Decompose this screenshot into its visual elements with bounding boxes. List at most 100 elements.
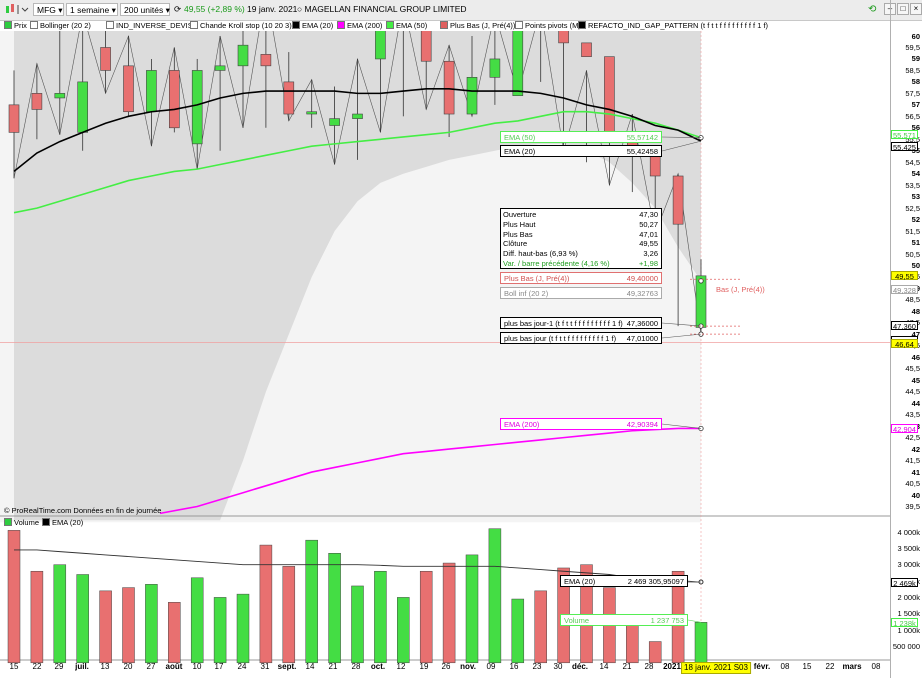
candle	[375, 31, 386, 60]
price-badge-bollinf: 49,328	[891, 285, 918, 295]
legend-item[interactable]: EMA (20)	[292, 20, 333, 31]
legend-label: IND_INVERSE_DEVISE	[116, 21, 198, 30]
bollinf-value: 49,32763	[626, 289, 658, 298]
volume-value: 1 237 753	[650, 616, 684, 625]
ohlc-label: Ouverture	[503, 210, 537, 219]
price-tick: 52,5	[905, 203, 920, 213]
candle	[306, 111, 318, 115]
candle	[695, 275, 707, 328]
candle	[558, 31, 569, 44]
legend-item[interactable]: Points pivots (M)	[515, 20, 581, 31]
legend-swatch	[106, 21, 114, 29]
price-badge-ema50: 55,571	[891, 130, 918, 140]
ema20-value: 55,42458	[626, 147, 658, 156]
ohlc-label: Plus Haut	[503, 219, 536, 229]
legend-item[interactable]: Prix	[4, 20, 27, 31]
ohlc-value: 47,30	[639, 210, 658, 219]
low1-label: plus bas jour-1 (t f t t f f f f f f f f…	[500, 317, 662, 329]
volume-bar	[168, 602, 181, 664]
refresh-icon[interactable]: ⟲	[868, 3, 876, 16]
price-tick: 54,5	[905, 157, 920, 167]
price-tick: 50,5	[905, 249, 920, 259]
price-tick: 48,5	[905, 295, 920, 305]
volume-bar	[145, 584, 158, 664]
volume-badge-last: 1 238k	[891, 617, 918, 628]
price-tick: 46	[911, 352, 920, 362]
volume-tick: 2 000k	[897, 592, 920, 602]
volume-bar	[351, 585, 364, 664]
volume-bar	[397, 597, 410, 664]
ohlc-row: Var. / barre précédente (4,16 %) +1,98	[503, 259, 658, 269]
candle	[443, 60, 455, 115]
sync-icon[interactable]: ⟳	[174, 3, 181, 16]
price-badge-last: 49,55	[891, 271, 918, 281]
volume-bar	[259, 544, 273, 664]
volume-bar	[328, 553, 341, 664]
ema20-name: EMA (20)	[504, 147, 536, 156]
ohlc-row: Plus Haut 50,27	[503, 220, 658, 230]
candle	[77, 81, 88, 133]
volume-bar	[488, 528, 502, 664]
volume-bar	[53, 564, 67, 664]
plusbas-label: Plus Bas (J, Pré(4)) 49,40000	[500, 272, 662, 284]
volume-legend-item[interactable]: Volume	[4, 517, 39, 528]
legend-label: Plus Bas (J, Pré(4))	[450, 21, 516, 30]
price-tick: 59	[911, 54, 920, 64]
chart-type-icon[interactable]	[4, 3, 30, 16]
legend-item[interactable]: Chande Kroll stop (10 20 3)	[190, 20, 292, 31]
candle	[581, 42, 592, 57]
legend-item[interactable]: REFACTO_IND_GAP_PATTERN (t f t t f f f f…	[578, 20, 768, 31]
candle	[489, 58, 501, 78]
price-tick: 44	[911, 398, 920, 408]
price-tick: 44,5	[905, 387, 920, 397]
legend-item[interactable]: Bollinger (20 2)	[30, 20, 91, 31]
legend-item[interactable]: Plus Bas (J, Pré(4))	[440, 20, 515, 31]
legend-item[interactable]: EMA (50)	[386, 20, 427, 31]
volume-bar	[76, 574, 89, 664]
candle	[100, 47, 111, 71]
price-tick: 42,5	[905, 433, 920, 443]
legend-swatch	[4, 518, 12, 526]
company-name: ○ MAGELLAN FINANCIAL GROUP LIMITED	[297, 4, 467, 14]
price-tick: 40	[911, 490, 920, 500]
volume-bar	[122, 587, 135, 664]
legend-item[interactable]: IND_INVERSE_DEVISE	[106, 20, 198, 31]
ticker-select[interactable]: MFG ▾	[33, 3, 64, 16]
plusbas-name: Plus Bas (J, Pré(4))	[504, 274, 570, 283]
price-tick: 39,5	[905, 501, 920, 511]
price-tick: 54	[911, 169, 920, 179]
volume-bar	[30, 570, 44, 664]
volume-bar	[511, 598, 525, 664]
price-tick: 50	[911, 261, 920, 270]
low0-name: plus bas jour (t f t t f f f f f f f f f…	[504, 334, 617, 343]
candle	[260, 54, 272, 67]
candle	[672, 175, 684, 225]
legend-swatch	[386, 21, 394, 29]
chart-area[interactable]	[0, 31, 890, 678]
units-label: 200 unités	[124, 5, 164, 15]
units-select[interactable]: 200 unités ▾	[120, 3, 170, 16]
period-select[interactable]: 1 semaine ▾	[66, 3, 118, 16]
candle	[352, 113, 363, 119]
volume-ema-name: EMA (20)	[564, 577, 596, 586]
volume-bar	[282, 566, 296, 664]
ohlc-value: 47,01	[639, 229, 658, 239]
candle	[283, 81, 295, 115]
legend-item[interactable]: EMA (200)	[337, 20, 382, 31]
legend-label: Volume	[14, 518, 40, 527]
price-tick: 45,5	[905, 364, 920, 374]
volume-legend-item[interactable]: EMA (20)	[42, 517, 83, 528]
period-label: 1 semaine	[70, 5, 110, 15]
candle	[420, 31, 432, 62]
price-tick: 53	[911, 192, 920, 202]
candle	[237, 44, 249, 67]
low0-value: 47,01000	[626, 334, 658, 343]
volume-value-label: Volume 1 237 753	[560, 614, 688, 626]
volume-badge-ema: 2 469k	[891, 577, 918, 588]
ohlc-label: Diff. haut-bas (6,93 %)	[503, 249, 578, 259]
volume-bar	[534, 590, 547, 664]
price-tick: 43,5	[905, 410, 920, 420]
volume-bar	[694, 622, 708, 664]
ema20-label: EMA (20) 55,42458	[500, 145, 662, 157]
ema200-label: EMA (200) 42,90394	[500, 418, 662, 430]
